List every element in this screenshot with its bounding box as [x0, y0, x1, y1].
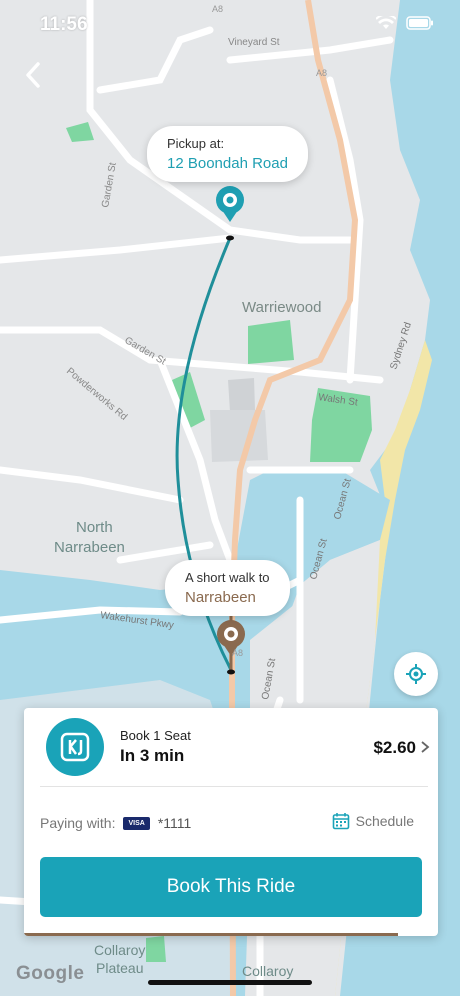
ride-progress-bar — [24, 933, 398, 936]
price-text[interactable]: $2.60 — [373, 738, 416, 758]
pickup-callout[interactable]: Pickup at: 12 Boondah Road — [147, 126, 308, 182]
card-number: *1111 — [157, 815, 192, 831]
dropoff-label: A short walk to — [185, 570, 270, 585]
back-button[interactable] — [16, 58, 50, 92]
google-attribution: Google — [16, 963, 85, 984]
dropoff-place: Narrabeen — [185, 589, 256, 606]
eta-text: In 3 min — [120, 746, 185, 765]
battery-icon — [406, 16, 433, 30]
status-icons — [376, 16, 434, 30]
schedule-label: Schedule — [355, 813, 414, 829]
seat-text: Book 1 Seat — [120, 728, 191, 743]
calendar-icon — [332, 813, 349, 830]
status-bar: 11:56 — [0, 0, 460, 50]
map-label-a8-3: A8 — [232, 648, 243, 658]
ride-card: Book 1 Seat In 3 min $2.60 Paying with: … — [24, 708, 438, 936]
chevron-right-icon[interactable] — [420, 740, 430, 754]
home-indicator[interactable] — [148, 980, 312, 985]
book-ride-button[interactable]: Book This Ride — [40, 857, 422, 917]
schedule-button[interactable]: Schedule — [332, 812, 414, 830]
dropoff-callout[interactable]: A short walk to Narrabeen — [165, 560, 290, 616]
map-label-narrabeen: Narrabeen — [54, 539, 125, 556]
map-label-a8-2: A8 — [316, 68, 327, 78]
service-logo — [46, 718, 104, 776]
map-label-north: North — [76, 519, 113, 536]
pickup-label: Pickup at: — [167, 136, 225, 151]
map-label-collaroy-plateau-1: Collaroy — [94, 942, 145, 958]
wifi-icon — [376, 16, 396, 29]
kj-logo-icon — [60, 732, 90, 762]
map-label-collaroy-plateau-2: Plateau — [96, 960, 143, 976]
locate-icon — [406, 664, 426, 684]
map-label-collaroy: Collaroy — [242, 963, 293, 979]
visa-card-icon: VISA — [123, 816, 150, 830]
status-time: 11:56 — [40, 14, 88, 35]
map-label-warriewood: Warriewood — [242, 299, 321, 316]
park — [146, 936, 166, 962]
pickup-address: 12 Boondah Road — [167, 155, 288, 172]
back-chevron-icon — [26, 62, 40, 88]
divider — [40, 786, 428, 787]
payment-row[interactable]: Paying with: VISA *1111 — [40, 815, 191, 831]
park — [248, 320, 294, 364]
paying-label: Paying with: — [40, 815, 116, 831]
locate-me-button[interactable] — [394, 652, 438, 696]
